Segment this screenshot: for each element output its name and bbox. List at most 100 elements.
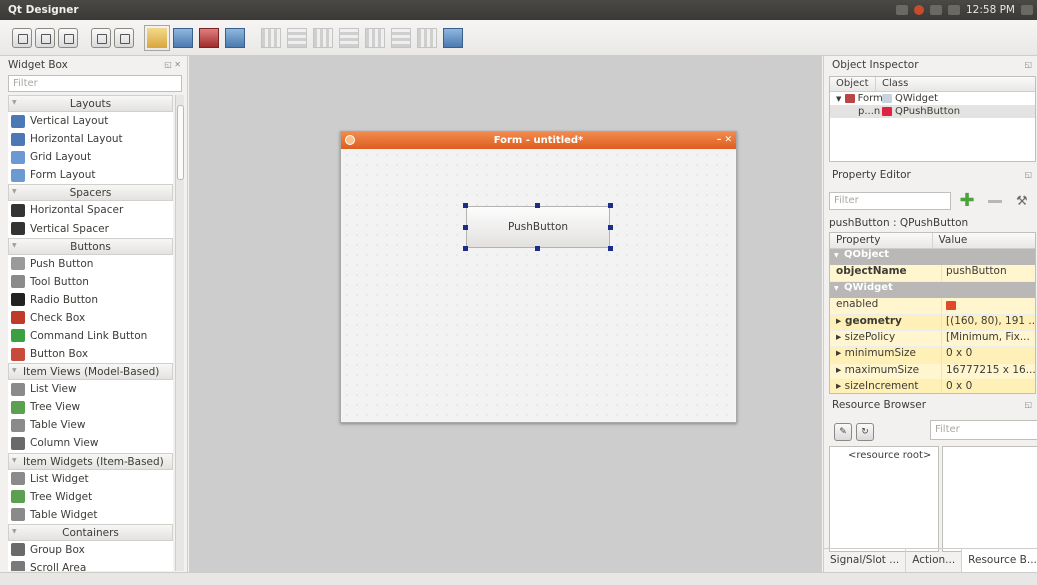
object-tree[interactable]: Object Class ▼ Form QWidget p...n QPushB… [829, 76, 1036, 162]
property-value[interactable]: pushButton [942, 265, 1035, 280]
form-body[interactable]: PushButton [342, 150, 735, 421]
widget-item[interactable]: Horizontal Spacer [8, 201, 173, 219]
edit-buddies-button[interactable] [199, 27, 219, 48]
property-value[interactable]: [(160, 80), 191 ... [942, 315, 1035, 330]
send-to-back-button[interactable] [91, 27, 111, 48]
widget-item[interactable]: Button Box [8, 345, 173, 363]
power-icon[interactable] [1021, 5, 1033, 15]
lay-out-horizontally-button[interactable] [261, 27, 281, 48]
widget-item[interactable]: Grid Layout [8, 148, 173, 166]
resource-root-item[interactable]: <resource root> [848, 450, 931, 461]
property-row[interactable]: enabled [830, 298, 1035, 315]
property-table[interactable]: Property Value QObject objectNamepushBut… [829, 232, 1036, 394]
lay-out-vertical-splitter-button[interactable] [339, 27, 359, 48]
widget-item[interactable]: Radio Button [8, 291, 173, 309]
tab-action-editor[interactable]: Action... [906, 549, 963, 572]
property-row[interactable]: ▸ sizeIncrement 0 x 0 [830, 380, 1035, 393]
tab-signal-slot-editor[interactable]: Signal/Slot ... [824, 549, 907, 572]
adjust-size-button[interactable] [443, 27, 463, 48]
tab-resource-browser[interactable]: Resource B... [962, 549, 1037, 572]
widget-item[interactable]: Scroll Area [8, 559, 173, 571]
push-button-widget[interactable]: PushButton [466, 206, 610, 248]
tree-row-pushbutton[interactable]: p...n QPushButton [830, 105, 1035, 118]
widget-item[interactable]: Tree View [8, 398, 173, 416]
design-canvas[interactable]: Form - untitled* – ✕ PushButton [189, 56, 822, 572]
enabled-checkbox[interactable] [946, 301, 956, 311]
edit-widgets-button[interactable] [144, 24, 170, 51]
widget-item[interactable]: Tool Button [8, 273, 173, 291]
remove-dynamic-property-icon[interactable] [988, 200, 1002, 203]
property-value[interactable]: 0 x 0 [942, 347, 1035, 362]
resource-filter-input[interactable]: Filter [930, 420, 1037, 440]
add-dynamic-property-icon[interactable]: ✚ [958, 192, 976, 210]
widget-category[interactable]: Item Widgets (Item-Based) [8, 452, 173, 470]
resize-handle[interactable] [608, 225, 613, 230]
edit-resources-button[interactable]: ✎ [834, 423, 852, 441]
resize-handle[interactable] [535, 203, 540, 208]
resize-handle[interactable] [535, 246, 540, 251]
col-object[interactable]: Object [830, 77, 876, 91]
dock-float-icon[interactable]: ◱ [1024, 170, 1032, 179]
form-window[interactable]: Form - untitled* – ✕ PushButton [340, 131, 737, 423]
tree-row-form[interactable]: ▼ Form QWidget [830, 92, 1035, 105]
lay-out-vertically-button[interactable] [287, 27, 307, 48]
property-row[interactable]: ▸ maximumSize 16777215 x 16... [830, 363, 1035, 381]
dock-float-icon[interactable]: ◱ [1024, 400, 1032, 409]
resource-tree[interactable]: <resource root> [829, 446, 939, 552]
save-form-button[interactable] [58, 27, 78, 48]
widget-item[interactable]: Vertical Layout [8, 112, 173, 130]
widget-item[interactable]: Horizontal Layout [8, 130, 173, 148]
widget-item[interactable]: Form Layout [8, 166, 173, 184]
resize-handle[interactable] [608, 246, 613, 251]
resize-handle[interactable] [463, 203, 468, 208]
widget-item[interactable]: Command Link Button [8, 327, 173, 345]
col-value[interactable]: Value [933, 233, 1035, 248]
widget-category[interactable]: Layouts [8, 95, 173, 112]
lay-out-grid-button[interactable] [365, 27, 385, 48]
dock-close-icon[interactable]: ◱ ✕ [164, 60, 181, 69]
property-value[interactable]: 16777215 x 16... [942, 364, 1035, 379]
widget-category[interactable]: Buttons [8, 237, 173, 255]
record-icon[interactable] [914, 5, 924, 15]
edit-tab-order-button[interactable] [225, 27, 245, 48]
widget-item[interactable]: Check Box [8, 309, 173, 327]
configure-icon[interactable]: ⚒ [1016, 194, 1028, 209]
dock-float-icon[interactable]: ◱ [1024, 60, 1032, 69]
property-row[interactable]: objectName pushButton [830, 265, 1035, 282]
reload-resources-button[interactable]: ↻ [856, 423, 874, 441]
form-titlebar[interactable]: Form - untitled* – ✕ [341, 132, 736, 149]
volume-icon[interactable] [948, 5, 960, 15]
edit-signals-slots-button[interactable] [173, 27, 193, 48]
widget-category[interactable]: Spacers [8, 184, 173, 202]
property-group-qobject[interactable]: QObject [830, 249, 1035, 266]
widget-item[interactable]: List Widget [8, 470, 173, 488]
network-icon[interactable] [930, 5, 942, 15]
resource-view[interactable] [942, 446, 1037, 552]
break-layout-button[interactable] [417, 27, 437, 48]
bring-to-front-button[interactable] [114, 27, 134, 48]
form-window-controls-icon[interactable]: – ✕ [717, 135, 732, 145]
scrollbar-thumb[interactable] [177, 105, 184, 180]
widget-item[interactable]: Push Button [8, 255, 173, 273]
widget-item[interactable]: Vertical Spacer [8, 219, 173, 237]
widget-item[interactable]: Table Widget [8, 506, 173, 524]
col-property[interactable]: Property [830, 233, 933, 248]
widget-list-scrollbar[interactable] [175, 95, 184, 571]
resize-handle[interactable] [463, 225, 468, 230]
property-row[interactable]: ▸ minimumSize 0 x 0 [830, 347, 1035, 364]
open-form-button[interactable] [35, 27, 55, 48]
property-filter-input[interactable]: Filter [829, 192, 951, 210]
new-form-button[interactable] [12, 27, 32, 48]
widget-filter-input[interactable]: Filter [8, 75, 182, 92]
clock[interactable]: 12:58 PM [966, 4, 1015, 16]
col-class[interactable]: Class [876, 77, 1035, 91]
resize-handle[interactable] [463, 246, 468, 251]
property-value[interactable]: 0 x 0 [942, 380, 1035, 393]
widget-item[interactable]: Column View [8, 434, 173, 452]
widget-item[interactable]: List View [8, 380, 173, 398]
widget-item[interactable]: Tree Widget [8, 488, 173, 506]
mail-icon[interactable] [896, 5, 908, 15]
property-row[interactable]: ▸ geometry [(160, 80), 191 ... [830, 314, 1035, 331]
widget-category[interactable]: Containers [8, 523, 173, 541]
widget-item[interactable]: Table View [8, 416, 173, 434]
